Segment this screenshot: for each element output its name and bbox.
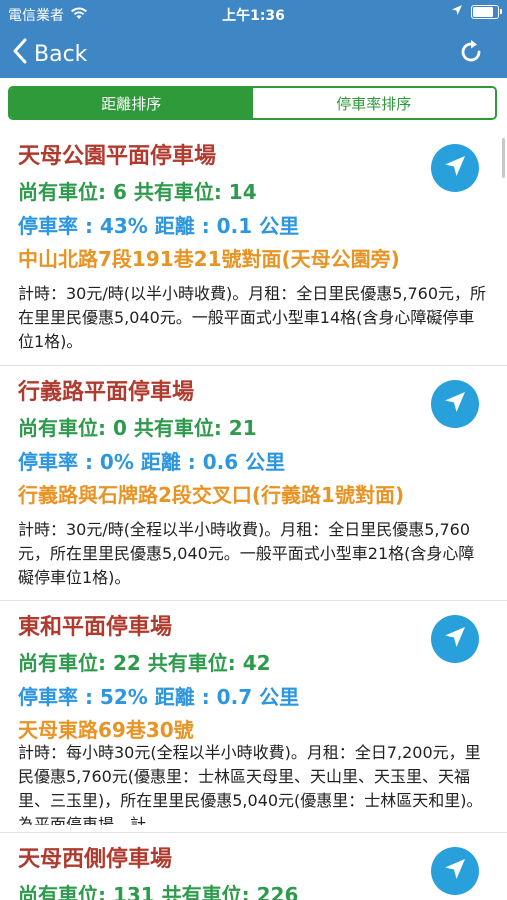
screen: 電信業者 上午1:36 Back 距離排序 停車率排序 天母公園平面停車場 尚有… — [0, 0, 507, 900]
navigation-arrow-icon — [442, 856, 468, 886]
list-item[interactable]: 行義路平面停車場 尚有車位: 0 共有車位: 21 停車率 : 0% 距離 : … — [0, 366, 507, 601]
navigation-arrow-icon — [442, 389, 468, 419]
status-bar: 電信業者 上午1:36 — [0, 0, 507, 26]
lot-availability: 尚有車位: 131 共有車位: 226 — [18, 883, 299, 900]
refresh-icon — [457, 40, 485, 70]
list-item[interactable]: 天母西側停車場 尚有車位: 131 共有車位: 226 — [0, 833, 507, 900]
lot-rate-distance: 停車率 : 52% 距離 : 0.7 公里 — [18, 685, 300, 709]
lot-availability: 尚有車位: 22 共有車位: 42 — [18, 651, 271, 675]
lot-name: 行義路平面停車場 — [18, 380, 195, 405]
lot-availability: 尚有車位: 6 共有車位: 14 — [18, 180, 257, 204]
refresh-button[interactable] — [457, 38, 485, 66]
tab-occupancy-sort[interactable]: 停車率排序 — [252, 88, 495, 118]
lot-availability: 尚有車位: 0 共有車位: 21 — [18, 416, 257, 440]
navigate-button[interactable] — [431, 144, 479, 192]
lot-name: 天母西側停車場 — [18, 847, 173, 872]
navigate-button[interactable] — [431, 615, 479, 663]
nav-bar: Back — [0, 26, 507, 78]
back-label: Back — [34, 41, 88, 67]
lot-description: 計時：每小時30元(全程以半小時收費)。月租：全日7,200元，里民優惠5,76… — [18, 743, 483, 825]
sort-segmented-control: 距離排序 停車率排序 — [8, 86, 497, 120]
list-item[interactable]: 天母公園平面停車場 尚有車位: 6 共有車位: 14 停車率 : 43% 距離 … — [0, 130, 507, 366]
lot-address: 中山北路7段191巷21號對面(天母公園旁) — [18, 247, 400, 271]
lot-address: 天母東路69巷30號 — [18, 718, 194, 742]
chevron-left-icon — [12, 38, 28, 70]
navigate-button[interactable] — [431, 847, 479, 895]
lot-description: 計時：30元/時(全程以半小時收費)。月租：全日里民優惠5,760元，所在里里民… — [18, 520, 475, 587]
navigation-arrow-icon — [442, 624, 468, 654]
location-arrow-icon — [451, 4, 463, 20]
navigation-arrow-icon — [442, 153, 468, 183]
lot-name: 東和平面停車場 — [18, 615, 173, 640]
lot-name: 天母公園平面停車場 — [18, 144, 217, 169]
lot-rate-distance: 停車率 : 43% 距離 : 0.1 公里 — [18, 214, 300, 238]
lot-address: 行義路與石牌路2段交叉口(行義路1號對面) — [18, 483, 405, 507]
battery-icon — [471, 5, 502, 19]
top-bar: 電信業者 上午1:36 Back — [0, 0, 507, 78]
status-right — [451, 4, 502, 20]
lot-rate-distance: 停車率 : 0% 距離 : 0.6 公里 — [18, 450, 286, 474]
parking-lot-list: 天母公園平面停車場 尚有車位: 6 共有車位: 14 停車率 : 43% 距離 … — [0, 130, 507, 900]
status-time: 上午1:36 — [222, 8, 285, 24]
lot-description: 計時：30元/時(以半小時收費)。月租：全日里民優惠5,760元，所在里里民優惠… — [18, 284, 487, 351]
back-button[interactable]: Back — [12, 38, 87, 70]
list-item[interactable]: 東和平面停車場 尚有車位: 22 共有車位: 42 停車率 : 52% 距離 :… — [0, 601, 507, 833]
navigate-button[interactable] — [431, 380, 479, 428]
tab-distance-sort[interactable]: 距離排序 — [10, 88, 253, 118]
